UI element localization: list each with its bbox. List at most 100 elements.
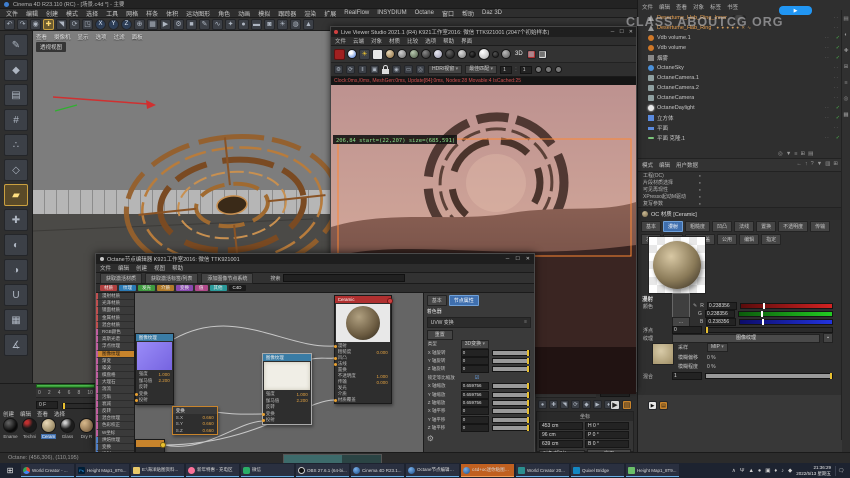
type-dropdown[interactable]: 3D变换 xyxy=(461,340,489,349)
row-value-field[interactable]: 0 xyxy=(461,416,489,424)
material-preset-sphere[interactable] xyxy=(433,49,443,59)
record-rotation-icon[interactable]: ⟳ xyxy=(571,400,580,409)
node-type-item[interactable]: 湍流 xyxy=(96,386,134,393)
enabled-check-icon[interactable]: ✓ xyxy=(836,115,840,121)
deformer-icon[interactable]: ● xyxy=(238,19,249,30)
row-slider[interactable] xyxy=(492,400,530,406)
rotation-field[interactable]: P 0 ° xyxy=(585,431,629,439)
image-texture-node[interactable]: 图像纹理 强度 1.000 伽马值 2.200 反转 xyxy=(135,333,174,405)
image-texture-node-selected[interactable]: 图像纹理 强度 1.000 伽马值 2.200 反转 xyxy=(262,353,312,425)
material-tab[interactable]: 漫射 xyxy=(663,221,683,232)
panel-tab[interactable]: 节点属性 xyxy=(449,295,479,306)
viewport-menu-item[interactable]: 摄像机 xyxy=(54,33,71,41)
ne-menu-item[interactable]: 文件 xyxy=(100,264,111,272)
checkbox-checked-icon[interactable]: ☑ xyxy=(475,375,479,381)
pick-focus-icon[interactable]: ◉ xyxy=(392,65,401,74)
node-canvas[interactable]: 图像纹理 强度 1.000 伽马值 2.200 反转 xyxy=(135,293,423,454)
material-thumbnail[interactable]: Ceram xyxy=(40,418,57,439)
sampling-dropdown[interactable]: MIP xyxy=(707,343,728,352)
ceramic-material-node[interactable]: Ceramic 漫射 粗糙度 0.000 xyxy=(334,295,392,404)
list-panel-icon[interactable]: ▤ xyxy=(659,401,668,410)
option-dot-icon[interactable] xyxy=(545,66,552,73)
texture-shader-bar[interactable]: 图像纹理 xyxy=(672,334,820,343)
position-field[interactable]: 96 cm xyxy=(539,431,583,439)
lv-settings-icon[interactable]: ⚙ xyxy=(334,65,343,74)
node-title[interactable]: 图像纹理 xyxy=(263,354,311,361)
ne-maximize-icon[interactable]: ☐ xyxy=(515,256,519,262)
timeline-range-bar[interactable] xyxy=(36,384,95,388)
row-slider[interactable] xyxy=(492,350,530,356)
wechat-tray-icon[interactable]: ● xyxy=(758,468,761,474)
add-node-system-button[interactable]: 添加图像节点系统 xyxy=(201,273,253,284)
row-value-field[interactable]: 0 xyxy=(461,365,489,373)
dock-add-icon[interactable]: ✚ xyxy=(844,48,849,54)
am-history-item[interactable]: 工程(OC) xyxy=(638,172,842,179)
red-grid-icon[interactable]: ▦ xyxy=(527,50,536,59)
category-chip[interactable]: 纹理 xyxy=(119,285,136,291)
om-filter-icon[interactable]: ▼ xyxy=(786,151,791,157)
row-slider[interactable] xyxy=(492,408,530,414)
up-icon[interactable]: ↑ xyxy=(805,161,808,169)
lv-stop-icon[interactable]: ▣ xyxy=(370,65,379,74)
menu-item[interactable]: 样条 xyxy=(146,9,158,18)
make-editable-icon[interactable]: ✎ xyxy=(4,34,28,56)
row-value-field[interactable]: 0.659756 xyxy=(461,391,489,399)
material-preset-sphere[interactable] xyxy=(445,49,455,59)
edges-mode-icon[interactable]: ◇ xyxy=(4,159,28,181)
viewport-menu-item[interactable]: 显示 xyxy=(78,33,89,41)
row-slider[interactable] xyxy=(492,392,530,398)
material-menu-item[interactable]: 查看 xyxy=(37,410,48,418)
material-preset-sphere[interactable] xyxy=(409,49,419,59)
category-chip[interactable]: 材质 xyxy=(100,285,117,291)
node-type-item[interactable]: 镜面材质 xyxy=(96,307,134,314)
blur-scale-field[interactable]: 0 % xyxy=(707,364,729,370)
snap-icon[interactable]: U xyxy=(4,284,28,306)
node-row[interactable]: 材质覆盖 xyxy=(335,397,391,403)
lv-menu-item[interactable]: 选项 xyxy=(425,37,436,45)
category-chip[interactable]: 介质 xyxy=(157,285,174,291)
position-field[interactable]: 639 cm xyxy=(539,440,583,448)
grid-icon[interactable]: ⊞ xyxy=(833,161,838,169)
material-preset-sphere[interactable] xyxy=(492,51,499,58)
workplane-lock-icon[interactable]: ▦ xyxy=(4,309,28,331)
viewport-menu-item[interactable]: 过滤 xyxy=(114,33,125,41)
plane-preset-icon[interactable] xyxy=(372,49,383,60)
sun-icon[interactable]: ☀ xyxy=(359,49,370,60)
menu-item[interactable]: 动画 xyxy=(238,9,250,18)
menu-item[interactable]: 选择 xyxy=(86,9,98,18)
material-icon[interactable]: ◍ xyxy=(290,19,301,30)
node-type-item[interactable]: 棋盘格 xyxy=(96,372,134,379)
enabled-check-icon[interactable]: ✓ xyxy=(836,35,840,41)
visibility-dots[interactable]: ·· xyxy=(824,135,829,141)
om-grid-icon[interactable]: ⊞ xyxy=(800,151,805,157)
visibility-dots[interactable]: ·· xyxy=(824,105,829,111)
object-row[interactable]: 平面 ·· xyxy=(638,123,842,133)
material-preset-sphere[interactable] xyxy=(478,48,490,60)
taskbar-item[interactable]: World Creator - ... xyxy=(21,464,74,477)
microphone-icon[interactable]: Ψ xyxy=(740,468,745,474)
transform-node[interactable]: 变换 S.X 0.660 S.Y 0.660 S.Z 0.660 xyxy=(172,406,218,435)
dock-solo-icon[interactable]: ◐ xyxy=(844,32,847,38)
dock-layout-icon[interactable]: ▤ xyxy=(843,16,848,22)
row-slider[interactable] xyxy=(492,358,530,364)
object-row[interactable]: 立方体 ·· ✓ xyxy=(638,113,842,123)
visibility-dots[interactable]: ·· xyxy=(824,35,829,41)
lv-pause-icon[interactable]: ‖ xyxy=(358,65,367,74)
menu-item[interactable]: 工具 xyxy=(106,9,118,18)
menu-item[interactable]: 运动图形 xyxy=(186,9,210,18)
object-row[interactable]: OctaneDaylight ·· ✓ xyxy=(638,103,842,113)
panel-row[interactable]: Z 轴平移 0 xyxy=(427,424,531,432)
node-type-item[interactable]: 反转 xyxy=(96,408,134,415)
float-slider[interactable] xyxy=(705,327,833,333)
taskbar-item[interactable]: Height Map1_8T6... xyxy=(76,464,129,477)
row-value-field[interactable]: 0.659756 xyxy=(461,382,489,390)
g-slider[interactable] xyxy=(738,311,833,317)
rotate-tool-icon[interactable]: ⟳ xyxy=(69,19,80,30)
frame-start-field[interactable]: 0 F xyxy=(36,401,58,409)
render-mode-icon[interactable] xyxy=(347,49,357,59)
material-menu-item[interactable]: 编辑 xyxy=(20,410,31,418)
sound-icon[interactable]: ♪ xyxy=(781,468,784,474)
white-grid-icon[interactable]: ▦ xyxy=(538,50,547,59)
color-swatch[interactable] xyxy=(672,293,690,319)
node-type-item[interactable]: 金属材质 xyxy=(96,315,134,322)
